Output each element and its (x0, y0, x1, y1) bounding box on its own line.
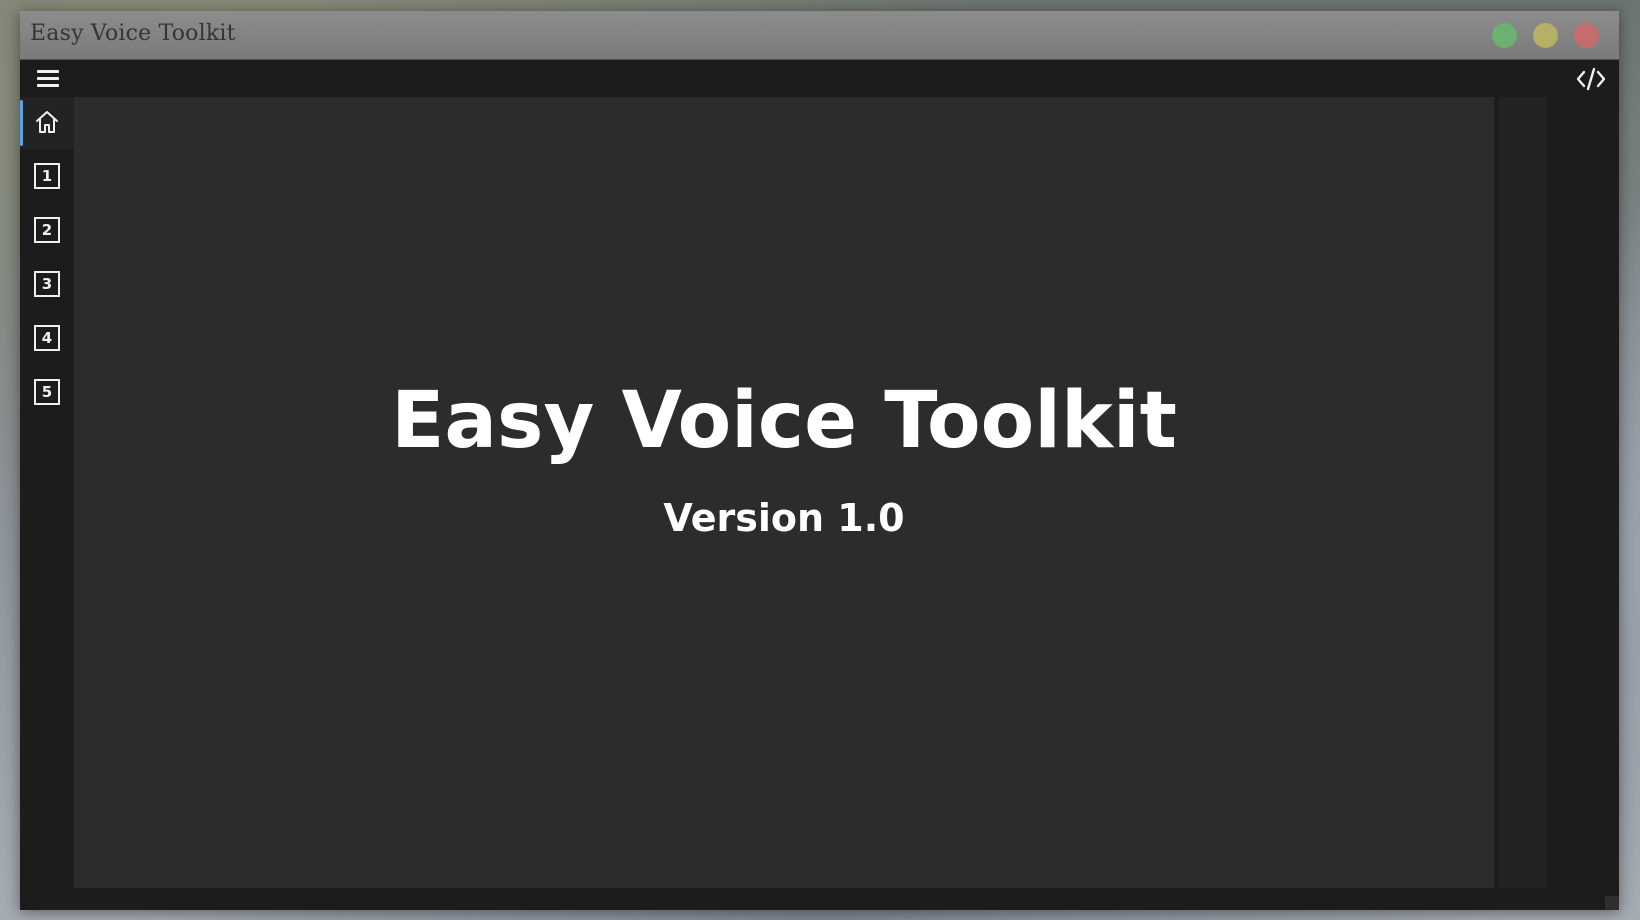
number-box-icon: 4 (34, 325, 60, 351)
minimize-button[interactable] (1533, 23, 1558, 48)
title-bar[interactable]: Easy Voice Toolkit (20, 11, 1619, 60)
sidebar-item-home[interactable] (20, 97, 74, 149)
sidebar-item-4[interactable]: 4 (20, 313, 74, 365)
maximize-button[interactable] (1492, 23, 1517, 48)
resize-grip[interactable] (1605, 896, 1619, 910)
app-title: Easy Voice Toolkit (391, 376, 1177, 466)
version-label: Version 1.0 (663, 496, 905, 540)
home-page: Easy Voice Toolkit Version 1.0 (74, 97, 1494, 888)
code-icon[interactable] (1575, 64, 1607, 94)
sidebar-item-2[interactable]: 2 (20, 205, 74, 257)
number-box-icon: 5 (34, 379, 60, 405)
sidebar-nav: 1 2 3 4 5 (20, 97, 74, 910)
sidebar-item-5[interactable]: 5 (20, 367, 74, 419)
window-title: Easy Voice Toolkit (30, 21, 236, 46)
number-box-icon: 3 (34, 271, 60, 297)
home-icon (36, 111, 58, 133)
sidebar-item-3[interactable]: 3 (20, 259, 74, 311)
app-window: Easy Voice Toolkit 1 2 3 4 5 Easy Voice … (20, 11, 1619, 910)
toolbar (20, 60, 1619, 97)
sidebar-item-1[interactable]: 1 (20, 151, 74, 203)
console-panel (1499, 97, 1547, 888)
hamburger-menu-icon[interactable] (37, 69, 59, 87)
number-box-icon: 1 (34, 163, 60, 189)
close-button[interactable] (1574, 23, 1599, 48)
number-box-icon: 2 (34, 217, 60, 243)
